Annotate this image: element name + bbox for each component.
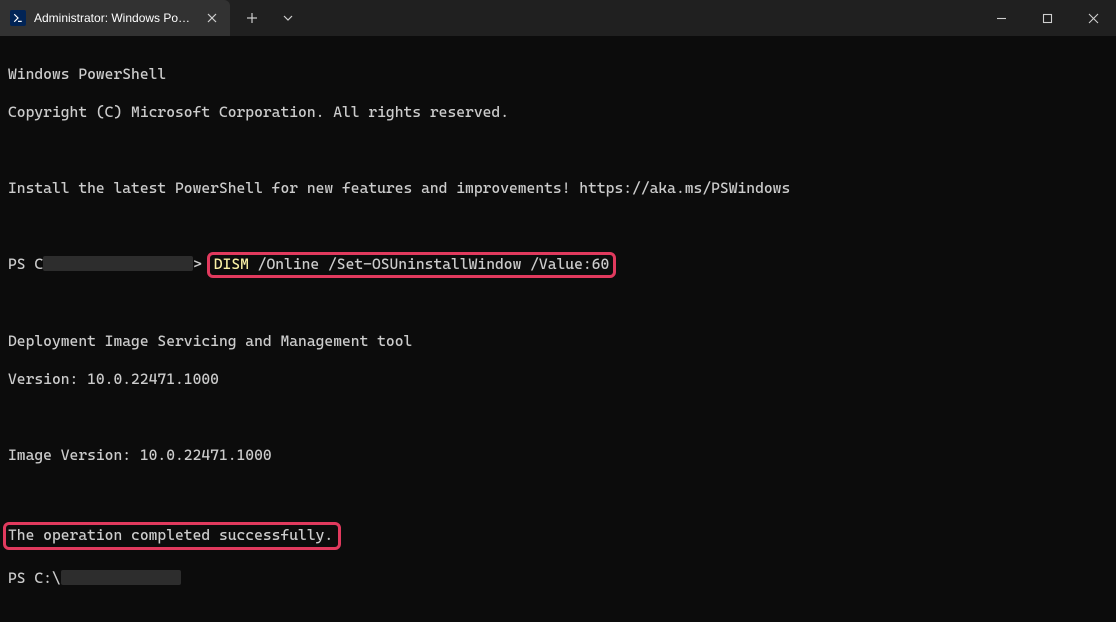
output-line: Image Version: 10.0.22471.1000 xyxy=(8,446,1108,465)
dism-command: DISM xyxy=(214,255,249,273)
titlebar[interactable]: Administrator: Windows PowerS xyxy=(0,0,1116,36)
minimize-icon xyxy=(996,13,1007,24)
blank-line xyxy=(8,294,1108,313)
command-line-1: PS C> DISM /Online /Set-OSUninstallWindo… xyxy=(8,255,1108,275)
blank-line xyxy=(8,408,1108,427)
blank-line xyxy=(8,141,1108,160)
terminal-window: Administrator: Windows PowerS xyxy=(0,0,1116,622)
maximize-button[interactable] xyxy=(1024,0,1070,36)
redacted-path xyxy=(61,570,181,585)
output-line: Version: 10.0.22471.1000 xyxy=(8,370,1108,389)
banner-line: Windows PowerShell xyxy=(8,65,1108,84)
plus-icon xyxy=(246,12,258,24)
highlight-box-command: DISM /Online /Set-OSUninstallWindow /Val… xyxy=(207,252,617,278)
tab-controls xyxy=(230,0,304,36)
tab-title: Administrator: Windows PowerS xyxy=(34,11,194,25)
tab-close-button[interactable] xyxy=(204,10,220,26)
copyright-line: Copyright (C) Microsoft Corporation. All… xyxy=(8,103,1108,122)
success-line: The operation completed successfully. xyxy=(8,522,1108,550)
command-line-2: PS C:\ xyxy=(8,569,1108,588)
terminal-output[interactable]: Windows PowerShell Copyright (C) Microso… xyxy=(0,36,1116,622)
chevron-down-icon xyxy=(282,12,294,24)
output-line: Deployment Image Servicing and Managemen… xyxy=(8,332,1108,351)
maximize-icon xyxy=(1042,13,1053,24)
success-text: The operation completed successfully. xyxy=(8,526,333,544)
close-icon xyxy=(207,13,217,23)
redacted-path xyxy=(43,256,193,271)
minimize-button[interactable] xyxy=(978,0,1024,36)
prompt-prefix: PS C xyxy=(8,255,43,273)
tab-powershell[interactable]: Administrator: Windows PowerS xyxy=(0,0,230,36)
window-controls xyxy=(978,0,1116,36)
powershell-icon xyxy=(10,10,26,26)
blank-line xyxy=(8,217,1108,236)
window-close-icon xyxy=(1088,13,1099,24)
prompt2-prefix: PS C:\ xyxy=(8,569,61,587)
install-msg-line: Install the latest PowerShell for new fe… xyxy=(8,179,1108,198)
tab-dropdown-button[interactable] xyxy=(272,4,304,32)
window-close-button[interactable] xyxy=(1070,0,1116,36)
blank-line xyxy=(8,484,1108,503)
highlight-box-success: The operation completed successfully. xyxy=(3,522,341,550)
new-tab-button[interactable] xyxy=(236,4,268,32)
dism-args: /Online /Set-OSUninstallWindow /Value:60 xyxy=(249,255,609,273)
